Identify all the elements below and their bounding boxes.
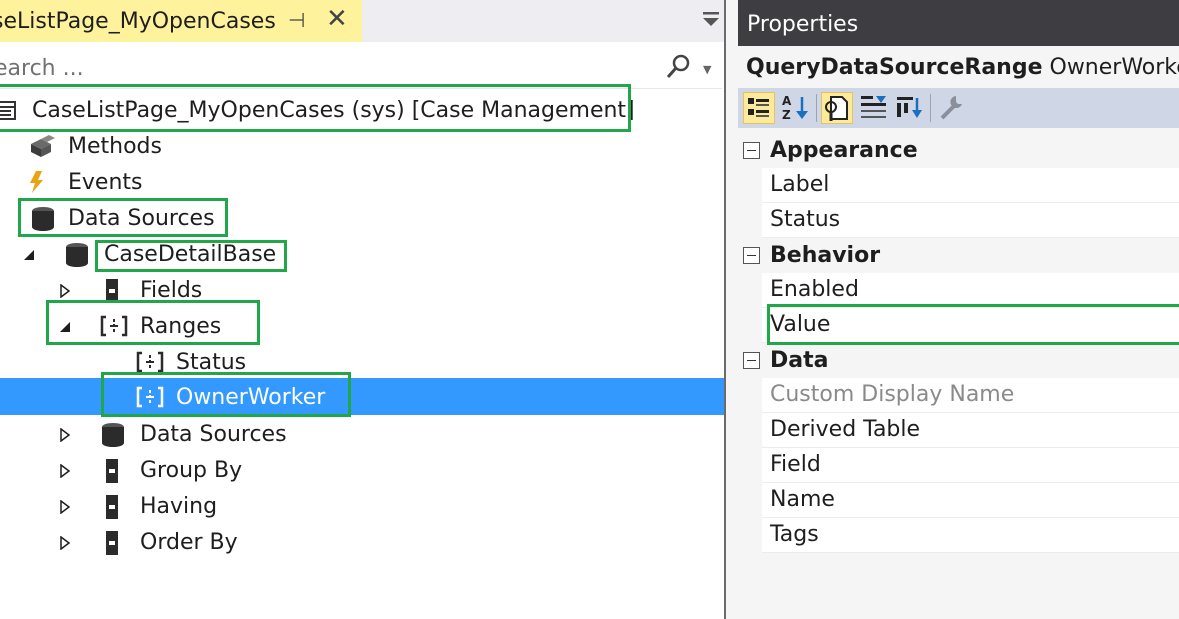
properties-toolbar: A Z <box>738 88 1179 128</box>
property-row-derived-table[interactable]: Derived Table <box>762 413 1179 448</box>
search-options-icon[interactable]: ▼ <box>703 63 711 76</box>
tree-item-label: Methods <box>68 134 162 159</box>
settings-button[interactable] <box>936 92 968 124</box>
tree-item-label: Events <box>68 170 143 195</box>
properties-title: Properties <box>747 12 859 37</box>
properties-pane: Properties QueryDataSourceRange OwnerWor… <box>738 0 1179 619</box>
sort-alphabetical-icon: A Z <box>782 94 808 122</box>
tree-item-label: Group By <box>140 458 243 483</box>
category-label: Data <box>770 348 829 373</box>
object-type: QueryDataSourceRange <box>746 55 1043 80</box>
expanded-arrow-icon[interactable] <box>22 248 36 262</box>
property-name: Label <box>770 172 830 197</box>
category-appearance[interactable]: Appearance <box>738 133 1179 168</box>
tree-item-events[interactable]: Events <box>0 165 300 201</box>
property-row-label[interactable]: Label <box>762 168 1179 203</box>
category-label: Behavior <box>770 243 881 268</box>
expand-all-button[interactable] <box>858 92 890 124</box>
pin-icon[interactable]: ⊣ <box>288 8 305 32</box>
database-icon <box>66 243 88 267</box>
property-pages-icon <box>825 96 848 121</box>
sort-button[interactable] <box>894 92 926 124</box>
collapse-toggle-icon[interactable] <box>743 352 760 369</box>
expand-all-icon <box>861 96 886 118</box>
search-box <box>0 46 722 89</box>
highlight-box-value <box>767 304 1179 345</box>
property-pages-button[interactable] <box>821 92 853 124</box>
property-name: Derived Table <box>770 417 921 442</box>
property-name: Status <box>770 207 841 232</box>
highlight-box-owner-worker <box>101 372 351 417</box>
toolbar-separator <box>816 94 817 122</box>
having-icon <box>106 495 118 519</box>
property-name: Tags <box>770 522 819 547</box>
pane-splitter[interactable] <box>724 0 738 619</box>
window-dropdown-icon[interactable] <box>700 8 722 30</box>
property-name: Name <box>770 487 835 512</box>
tree-item-label: Having <box>140 494 218 519</box>
tree-item-group-by[interactable]: Group By <box>0 453 300 489</box>
property-row-name[interactable]: Name <box>762 483 1179 518</box>
alphabetical-button[interactable]: A Z <box>780 92 812 124</box>
collapsed-arrow-icon[interactable] <box>58 284 72 298</box>
tab-strip <box>362 0 724 42</box>
collapse-toggle-icon[interactable] <box>743 247 760 264</box>
highlight-box-data-sources <box>18 198 228 237</box>
collapsed-arrow-icon[interactable] <box>58 500 72 514</box>
categorized-icon <box>748 98 769 117</box>
lightning-icon <box>30 171 43 193</box>
search-input[interactable]: earch ... <box>0 56 84 81</box>
collapsed-arrow-icon[interactable] <box>58 428 72 442</box>
range-icon <box>136 351 164 373</box>
properties-header: Properties <box>738 0 1179 46</box>
object-name: OwnerWorker <box>1049 55 1179 80</box>
property-name: Custom Display Name <box>770 382 1015 407</box>
document-tab[interactable]: seListPage_MyOpenCases ⊣ ✕ <box>0 0 362 42</box>
wrench-icon <box>940 96 962 120</box>
designer-pane: seListPage_MyOpenCases ⊣ ✕ earch ... ▼ C… <box>0 0 724 619</box>
document-tab-label: seListPage_MyOpenCases <box>0 9 276 34</box>
toolbar-separator <box>930 94 931 122</box>
categorized-button[interactable] <box>743 92 775 124</box>
property-row-custom-display-name[interactable]: Custom Display Name <box>762 378 1179 413</box>
property-row-enabled[interactable]: Enabled <box>762 273 1179 308</box>
highlight-box-case-detail-base <box>95 240 287 272</box>
database-icon <box>102 423 124 447</box>
sort-events-icon <box>897 97 922 118</box>
tree-item-label: Data Sources <box>140 422 287 447</box>
collapse-toggle-icon[interactable] <box>743 142 760 159</box>
highlight-box-ranges <box>46 300 260 345</box>
order-by-icon <box>106 531 118 555</box>
svg-text:A: A <box>782 94 792 108</box>
property-name: Enabled <box>770 277 859 302</box>
category-behavior[interactable]: Behavior <box>738 238 1179 273</box>
group-by-icon <box>106 459 118 483</box>
highlight-box-root <box>0 84 631 132</box>
tree-item-label: Order By <box>140 530 238 555</box>
methods-icon <box>31 135 55 157</box>
tree-item-having[interactable]: Having <box>0 489 300 525</box>
property-row-tags[interactable]: Tags <box>762 518 1179 553</box>
property-row-status[interactable]: Status <box>762 203 1179 238</box>
search-icon[interactable] <box>664 52 694 82</box>
category-label: Appearance <box>770 138 918 163</box>
properties-object-selector[interactable]: QueryDataSourceRange OwnerWorker <box>746 55 1179 80</box>
collapsed-arrow-icon[interactable] <box>58 536 72 550</box>
collapsed-arrow-icon[interactable] <box>58 464 72 478</box>
category-data[interactable]: Data <box>738 343 1179 378</box>
tree-item-nested-data-sources[interactable]: Data Sources <box>0 417 300 453</box>
property-row-field[interactable]: Field <box>762 448 1179 483</box>
tree-item-order-by[interactable]: Order By <box>0 525 300 561</box>
tree-item-methods[interactable]: Methods <box>0 129 300 165</box>
property-name: Field <box>770 452 821 477</box>
close-icon[interactable]: ✕ <box>326 4 348 34</box>
svg-text:Z: Z <box>782 108 791 122</box>
